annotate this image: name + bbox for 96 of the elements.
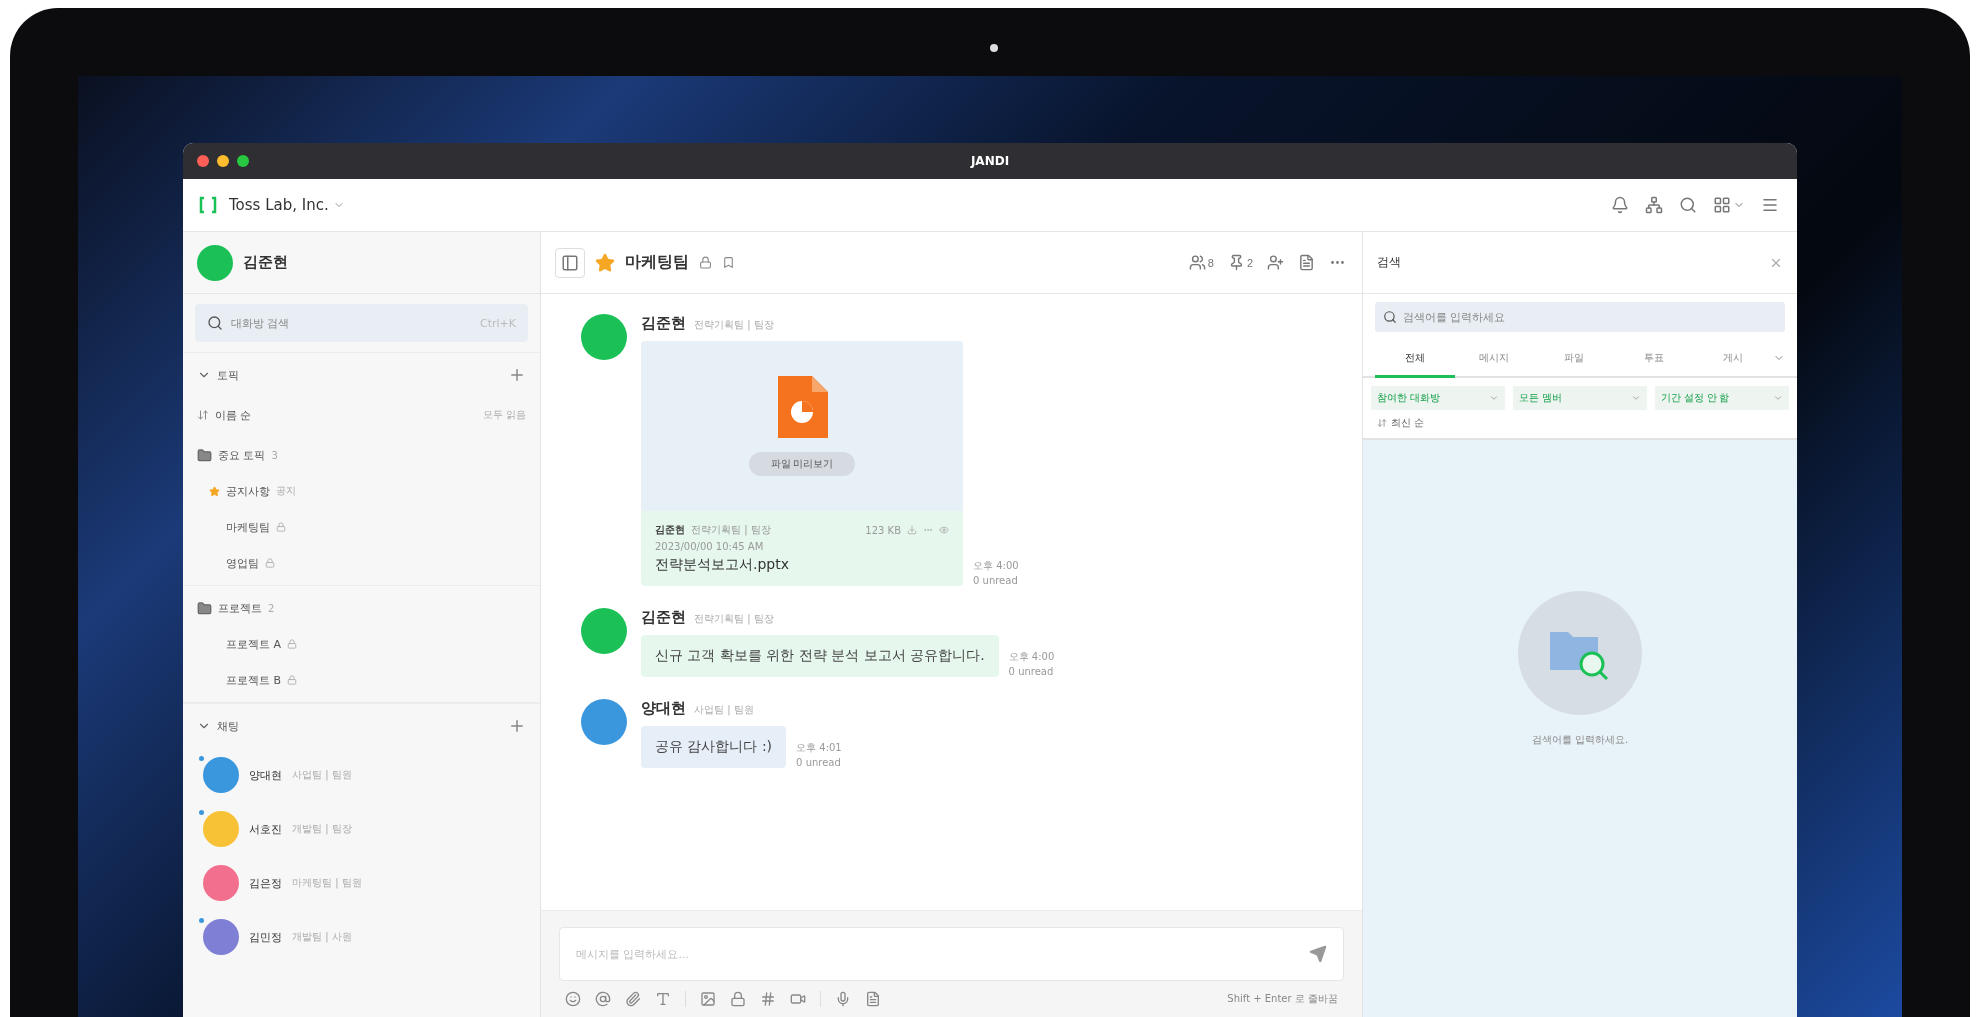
message-time: 오후 4:00 — [1008, 650, 1055, 664]
profile-name: 김준현 — [243, 253, 288, 272]
search-tab[interactable]: 메시지 — [1454, 340, 1535, 378]
search-icon — [1383, 310, 1397, 324]
file-author-meta: 전략기획팀 | 팀장 — [691, 523, 771, 537]
chat-name[interactable]: 김민정 — [249, 929, 282, 945]
search-tab[interactable]: 투표 — [1613, 340, 1694, 378]
image-icon[interactable] — [700, 991, 716, 1007]
message-bubble: 신규 고객 확보를 위한 전략 분석 보고서 공유합니다. — [641, 635, 999, 677]
note-icon[interactable] — [865, 991, 881, 1007]
lock-icon — [287, 639, 298, 649]
folder-count: 2 — [268, 602, 275, 614]
send-icon[interactable] — [1309, 945, 1327, 963]
preview-button[interactable]: 파일 미리보기 — [748, 452, 856, 476]
folder-icon — [197, 600, 212, 616]
topic-item[interactable]: 공지사항 — [226, 483, 270, 499]
emoji-icon[interactable] — [565, 991, 581, 1007]
empty-message: 검색어를 입력하세요. — [1531, 732, 1629, 747]
people-icon — [1188, 254, 1206, 271]
author-meta: 사업팀 | 팀원 — [694, 703, 754, 717]
lock-icon — [276, 522, 286, 532]
view-icon[interactable] — [939, 525, 949, 535]
search-tab[interactable]: 게시 — [1693, 340, 1773, 378]
star-icon[interactable] — [595, 252, 615, 273]
channel-title: 마케팅팀 — [625, 252, 689, 273]
message-time: 오후 4:01 — [796, 741, 842, 755]
mic-icon[interactable] — [835, 991, 851, 1007]
shortcut-hint: Shift + Enter 로 줄바꿈 — [1227, 992, 1338, 1006]
add-icon[interactable] — [508, 366, 526, 384]
pin-button[interactable]: 2 — [1225, 252, 1255, 273]
search-icon — [207, 315, 223, 331]
sort-label[interactable]: 이름 순 — [215, 407, 252, 423]
lock-icon — [699, 256, 712, 269]
read-status: 0 unread — [973, 575, 1019, 586]
mention-icon[interactable] — [595, 991, 611, 1007]
file-name: 전략분석보고서.pptx — [655, 556, 790, 574]
search-tab[interactable]: 파일 — [1534, 340, 1614, 378]
author-name: 양대현 — [641, 699, 686, 718]
topic-item[interactable]: 영업팀 — [226, 555, 259, 571]
author-name: 김준현 — [641, 608, 686, 627]
topic-item[interactable]: 프로젝트 A — [226, 636, 282, 652]
chat-name[interactable]: 김은정 — [249, 875, 282, 891]
chat-meta: 개발팀 | 사원 — [292, 930, 352, 944]
presentation-file-icon — [776, 376, 828, 438]
section-title: 토픽 — [217, 367, 239, 383]
file-date: 2023/00/00 10:45 AM — [655, 541, 765, 552]
topic-item[interactable]: 마케팅팀 — [226, 519, 270, 535]
add-icon[interactable] — [508, 717, 526, 735]
video-icon[interactable] — [790, 991, 806, 1007]
star-icon[interactable] — [209, 485, 220, 497]
chat-meta: 개발팀 | 팀장 — [292, 822, 352, 836]
file-size: 123 KB — [865, 524, 901, 536]
text-format-icon[interactable] — [655, 991, 671, 1007]
author-name: 김준현 — [641, 314, 686, 333]
lock-icon — [287, 675, 298, 685]
topic-tag: 공지 — [276, 484, 296, 498]
read-status: 0 unread — [1008, 666, 1055, 677]
folder-icon — [197, 447, 212, 463]
read-status: 0 unread — [796, 757, 842, 768]
file-author: 김준현 — [655, 523, 685, 537]
caret-icon — [1773, 393, 1783, 403]
lock-icon — [265, 558, 275, 568]
message-time: 오후 4:00 — [973, 559, 1019, 573]
members-button[interactable]: 8 — [1186, 252, 1216, 273]
team-selector[interactable]: Toss Lab, Inc. — [229, 196, 345, 214]
org-chart-icon[interactable] — [1643, 194, 1665, 216]
close-dot[interactable] — [197, 155, 209, 167]
author-meta: 전략기획팀 | 팀장 — [694, 318, 774, 332]
chat-name[interactable]: 양대현 — [249, 767, 282, 783]
chat-name[interactable]: 서호진 — [249, 821, 282, 837]
search-tab[interactable]: 전체 — [1375, 340, 1455, 378]
message-bubble: 공유 감사합니다 :) — [641, 726, 787, 768]
caret-icon — [1489, 393, 1499, 403]
window-title: JANDI — [970, 154, 1010, 168]
folder-count: 3 — [271, 449, 278, 461]
lock-icon[interactable] — [730, 991, 746, 1007]
author-meta: 전략기획팀 | 팀장 — [694, 612, 774, 626]
hash-icon[interactable] — [760, 991, 776, 1007]
sort-icon — [197, 409, 209, 421]
maximize-dot[interactable] — [237, 155, 249, 167]
logo-icon — [199, 196, 217, 214]
folder-name[interactable]: 중요 토픽 — [218, 447, 266, 463]
minimize-dot[interactable] — [217, 155, 229, 167]
chat-meta: 사업팀 | 팀원 — [292, 768, 352, 782]
folder-name[interactable]: 프로젝트 — [218, 600, 262, 616]
caret-icon — [1631, 393, 1641, 403]
sort-icon — [1377, 418, 1387, 428]
panel-toggle-icon[interactable] — [555, 247, 585, 278]
panel-title: 검색 — [1377, 254, 1401, 271]
invite-icon[interactable] — [1265, 252, 1286, 273]
camera-dot — [990, 44, 998, 52]
sort-label[interactable]: 최신 순 — [1391, 416, 1425, 430]
topic-item[interactable]: 프로젝트 B — [226, 672, 282, 688]
chat-meta: 마케팅팀 | 팀원 — [292, 876, 362, 890]
section-title: 채팅 — [217, 718, 239, 734]
attach-icon[interactable] — [625, 991, 641, 1007]
